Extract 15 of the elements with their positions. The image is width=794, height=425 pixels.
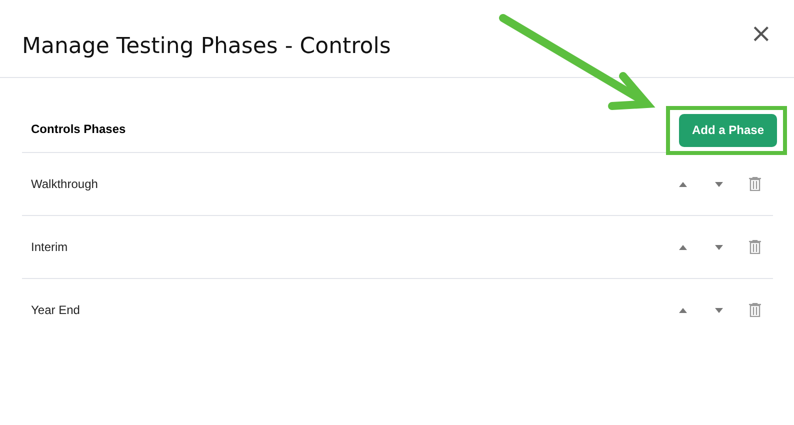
close-button[interactable]: × (750, 20, 772, 46)
phase-name: Year End (31, 303, 81, 317)
phase-name: Walkthrough (31, 177, 99, 191)
move-up-icon[interactable] (679, 182, 687, 186)
trash-icon[interactable] (749, 177, 761, 191)
move-up-icon[interactable] (679, 244, 687, 250)
move-down-icon[interactable] (715, 308, 723, 312)
move-down-icon[interactable] (715, 244, 723, 250)
move-down-icon[interactable] (715, 182, 723, 186)
section-title: Controls Phases (31, 121, 126, 136)
phase-name: Interim (31, 240, 69, 254)
move-up-icon[interactable] (679, 308, 687, 312)
dialog-title: Manage Testing Phases - Controls (22, 33, 391, 59)
trash-icon[interactable] (749, 240, 761, 254)
trash-icon[interactable] (749, 303, 761, 317)
